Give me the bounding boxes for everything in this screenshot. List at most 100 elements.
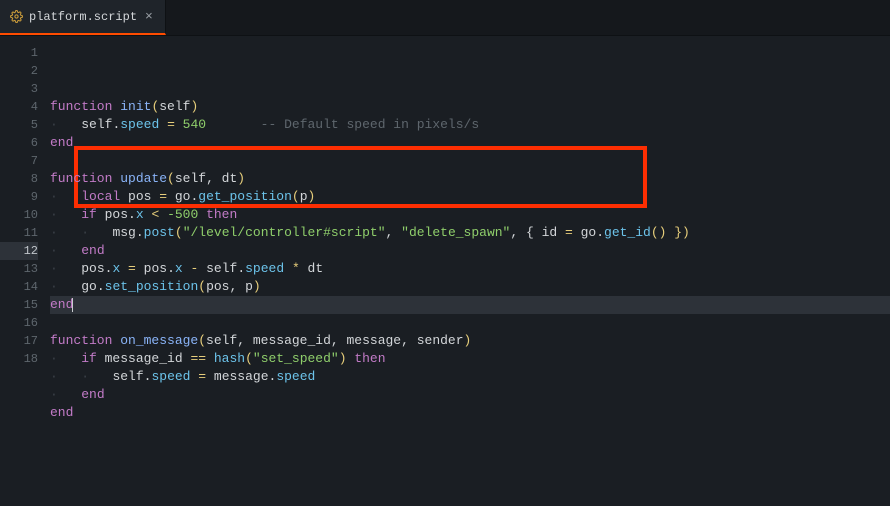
token-builtin: post bbox=[144, 225, 175, 240]
token-id: , bbox=[229, 279, 245, 294]
token-mem: speed bbox=[276, 369, 315, 384]
tab-bar: platform.script × bbox=[0, 0, 890, 36]
token-builtin: set_position bbox=[105, 279, 199, 294]
token-kw: function bbox=[50, 171, 120, 186]
code-line[interactable]: · · msg.post("/level/controller#script",… bbox=[50, 224, 890, 242]
token-id: p bbox=[245, 279, 253, 294]
token-id: message bbox=[214, 369, 269, 384]
token-kw: function bbox=[50, 99, 120, 114]
token-op: * bbox=[284, 261, 307, 276]
token-fn: update bbox=[120, 171, 167, 186]
token-mem: x bbox=[136, 207, 144, 222]
vertical-scrollbar[interactable] bbox=[878, 36, 890, 506]
token-op: ) bbox=[339, 351, 347, 366]
code-line[interactable]: · end bbox=[50, 386, 890, 404]
code-line[interactable]: end bbox=[50, 296, 890, 314]
code-line[interactable]: function on_message(self, message_id, me… bbox=[50, 332, 890, 350]
token-str: "set_speed" bbox=[253, 351, 339, 366]
line-number: 6 bbox=[0, 134, 38, 152]
token-op: - bbox=[183, 261, 206, 276]
token-id: . bbox=[136, 225, 144, 240]
token-kw: then bbox=[198, 207, 237, 222]
code-line[interactable]: · · self.speed = message.speed bbox=[50, 368, 890, 386]
token-se: self bbox=[81, 117, 112, 132]
token-id: msg bbox=[112, 225, 135, 240]
line-number: 13 bbox=[0, 260, 38, 278]
line-number: 5 bbox=[0, 116, 38, 134]
line-number: 2 bbox=[0, 62, 38, 80]
code-editor: platform.script × 1234567891011121314151… bbox=[0, 0, 890, 506]
line-number: 8 bbox=[0, 170, 38, 188]
token-cmt: -- Default speed in pixels/s bbox=[206, 117, 479, 132]
code-line[interactable]: · if pos.x < -500 then bbox=[50, 206, 890, 224]
code-line[interactable]: · if message_id == hash("set_speed") the… bbox=[50, 350, 890, 368]
code-line[interactable] bbox=[50, 152, 890, 170]
indent-guide: · bbox=[81, 225, 112, 240]
code-line[interactable]: · go.set_position(pos, p) bbox=[50, 278, 890, 296]
code-line[interactable]: · end bbox=[50, 242, 890, 260]
token-id: go bbox=[175, 189, 191, 204]
line-gutter: 123456789101112131415161718 bbox=[0, 36, 50, 506]
indent-guide: · bbox=[50, 369, 81, 384]
code-line[interactable]: · self.speed = 540 -- Default speed in p… bbox=[50, 116, 890, 134]
token-builtin: get_position bbox=[198, 189, 292, 204]
token-op: ( bbox=[167, 171, 175, 186]
indent-guide: · bbox=[50, 117, 81, 132]
code-line[interactable]: · pos.x = pos.x - self.speed * dt bbox=[50, 260, 890, 278]
line-number: 17 bbox=[0, 332, 38, 350]
code-area[interactable]: 123456789101112131415161718 function ini… bbox=[0, 36, 890, 506]
token-kw: end bbox=[50, 297, 73, 312]
token-kw: function bbox=[50, 333, 120, 348]
line-number: 7 bbox=[0, 152, 38, 170]
token-mem: speed bbox=[151, 369, 190, 384]
token-kw: local bbox=[81, 189, 128, 204]
token-id: message bbox=[347, 333, 402, 348]
token-id: id bbox=[542, 225, 558, 240]
file-tab[interactable]: platform.script × bbox=[0, 0, 166, 35]
token-op: = bbox=[120, 261, 143, 276]
token-num: 540 bbox=[183, 117, 206, 132]
token-op: = bbox=[190, 369, 213, 384]
token-id: pos bbox=[206, 279, 229, 294]
gear-icon bbox=[10, 10, 23, 23]
code-line[interactable]: function update(self, dt) bbox=[50, 170, 890, 188]
token-id: dt bbox=[308, 261, 324, 276]
code-content[interactable]: function init(self)· self.speed = 540 --… bbox=[50, 36, 890, 506]
indent-guide: · bbox=[50, 279, 81, 294]
token-id: . bbox=[167, 261, 175, 276]
token-se: self bbox=[206, 261, 237, 276]
token-op: ( bbox=[198, 279, 206, 294]
close-icon[interactable]: × bbox=[143, 10, 155, 23]
token-op: ) bbox=[308, 189, 316, 204]
token-op: ) bbox=[237, 171, 245, 186]
code-line[interactable] bbox=[50, 314, 890, 332]
code-line[interactable]: end bbox=[50, 134, 890, 152]
line-number: 18 bbox=[0, 350, 38, 368]
token-id: , bbox=[237, 333, 253, 348]
token-id: pos bbox=[128, 189, 151, 204]
token-op: ) bbox=[253, 279, 261, 294]
token-op: ) bbox=[464, 333, 472, 348]
token-op: = bbox=[159, 117, 182, 132]
line-number: 15 bbox=[0, 296, 38, 314]
token-id: , { bbox=[510, 225, 541, 240]
token-id: . bbox=[596, 225, 604, 240]
token-op: ( bbox=[198, 333, 206, 348]
token-se: self bbox=[112, 369, 143, 384]
line-number: 11 bbox=[0, 224, 38, 242]
code-line[interactable]: end bbox=[50, 404, 890, 422]
indent-guide: · bbox=[50, 261, 81, 276]
code-line[interactable]: function init(self) bbox=[50, 98, 890, 116]
code-line[interactable]: · local pos = go.get_position(p) bbox=[50, 188, 890, 206]
token-str: "/level/controller#script" bbox=[183, 225, 386, 240]
token-id: , bbox=[331, 333, 347, 348]
token-builtin: get_id bbox=[604, 225, 651, 240]
token-id: message_id bbox=[105, 351, 183, 366]
token-op: < bbox=[144, 207, 167, 222]
token-id: dt bbox=[222, 171, 238, 186]
line-number: 3 bbox=[0, 80, 38, 98]
indent-guide: · bbox=[50, 351, 81, 366]
indent-guide: · bbox=[50, 207, 81, 222]
token-op: ( bbox=[292, 189, 300, 204]
line-number: 12 bbox=[0, 242, 38, 260]
